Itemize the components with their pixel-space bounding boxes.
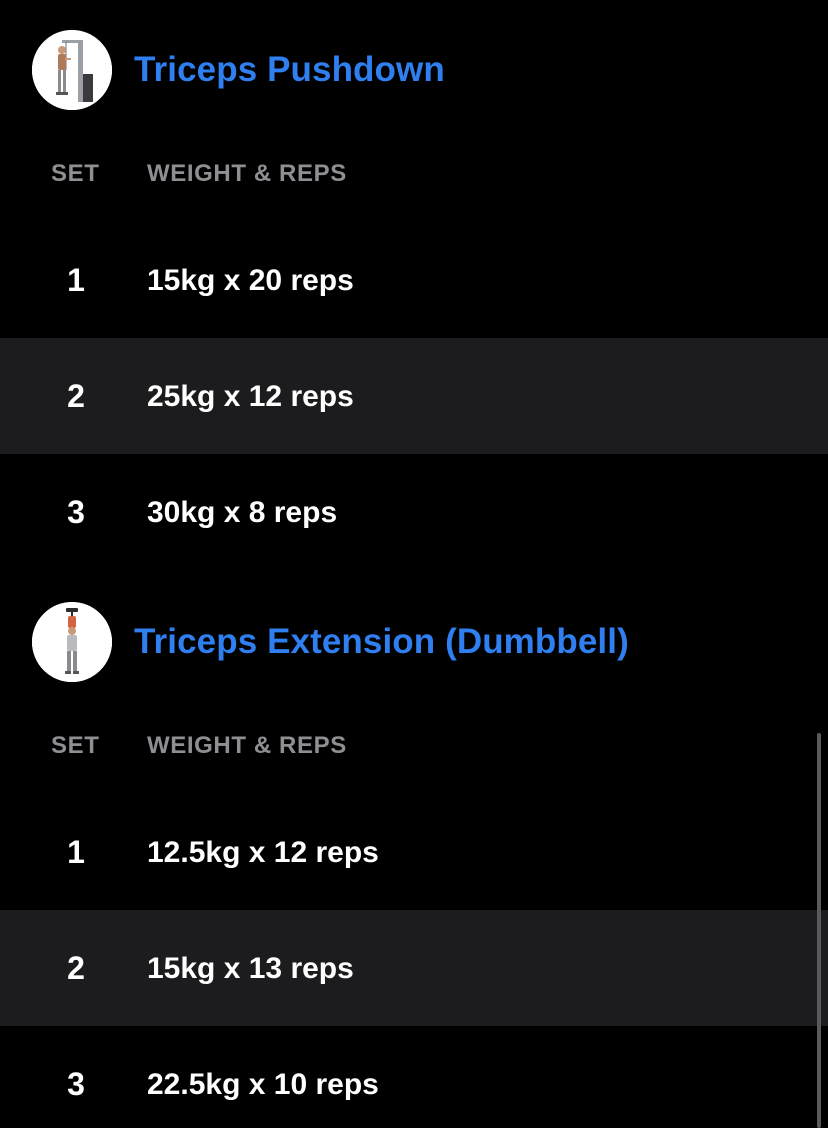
set-weight-reps: 30kg x 8 reps bbox=[147, 496, 338, 529]
set-row: 3 22.5kg x 10 reps bbox=[0, 1026, 828, 1128]
exercise-thumbnail[interactable] bbox=[32, 602, 112, 682]
set-weight-reps: 25kg x 12 reps bbox=[147, 380, 354, 413]
set-column-header: SET bbox=[51, 732, 100, 759]
set-row: 2 15kg x 13 reps bbox=[0, 910, 828, 1026]
set-weight-reps: 15kg x 20 reps bbox=[147, 264, 354, 297]
set-number: 3 bbox=[67, 494, 85, 530]
set-number: 2 bbox=[67, 950, 85, 986]
set-number: 1 bbox=[67, 834, 85, 870]
set-number: 1 bbox=[67, 262, 85, 298]
exercise-thumbnail[interactable] bbox=[32, 30, 112, 110]
set-number: 3 bbox=[67, 1066, 85, 1102]
set-weight-reps: 15kg x 13 reps bbox=[147, 952, 354, 985]
exercise-header[interactable]: Triceps Pushdown bbox=[0, 30, 828, 110]
set-row: 3 30kg x 8 reps bbox=[0, 454, 828, 570]
vertical-scrollbar[interactable] bbox=[817, 733, 821, 1128]
weight-reps-column-header: WEIGHT & REPS bbox=[147, 732, 347, 759]
set-row: 1 12.5kg x 12 reps bbox=[0, 794, 828, 910]
cable-pushdown-figure-icon bbox=[32, 30, 112, 110]
exercise-title[interactable]: Triceps Pushdown bbox=[134, 50, 445, 90]
column-header-row: SET WEIGHT & REPS bbox=[0, 732, 828, 762]
set-row: 2 25kg x 12 reps bbox=[0, 338, 828, 454]
set-weight-reps: 22.5kg x 10 reps bbox=[147, 1068, 379, 1101]
exercise-title[interactable]: Triceps Extension (Dumbbell) bbox=[134, 622, 629, 662]
set-column-header: SET bbox=[51, 160, 100, 187]
column-header-row: SET WEIGHT & REPS bbox=[0, 160, 828, 190]
exercise-header[interactable]: Triceps Extension (Dumbbell) bbox=[0, 602, 828, 682]
weight-reps-column-header: WEIGHT & REPS bbox=[147, 160, 347, 187]
set-row: 1 15kg x 20 reps bbox=[0, 222, 828, 338]
dumbbell-overhead-figure-icon bbox=[32, 602, 112, 682]
set-weight-reps: 12.5kg x 12 reps bbox=[147, 836, 379, 869]
exercise-card: Triceps Pushdown SET WEIGHT & REPS 1 15k… bbox=[0, 30, 828, 574]
set-number: 2 bbox=[67, 378, 85, 414]
exercise-card: Triceps Extension (Dumbbell) SET WEIGHT … bbox=[0, 602, 828, 1128]
